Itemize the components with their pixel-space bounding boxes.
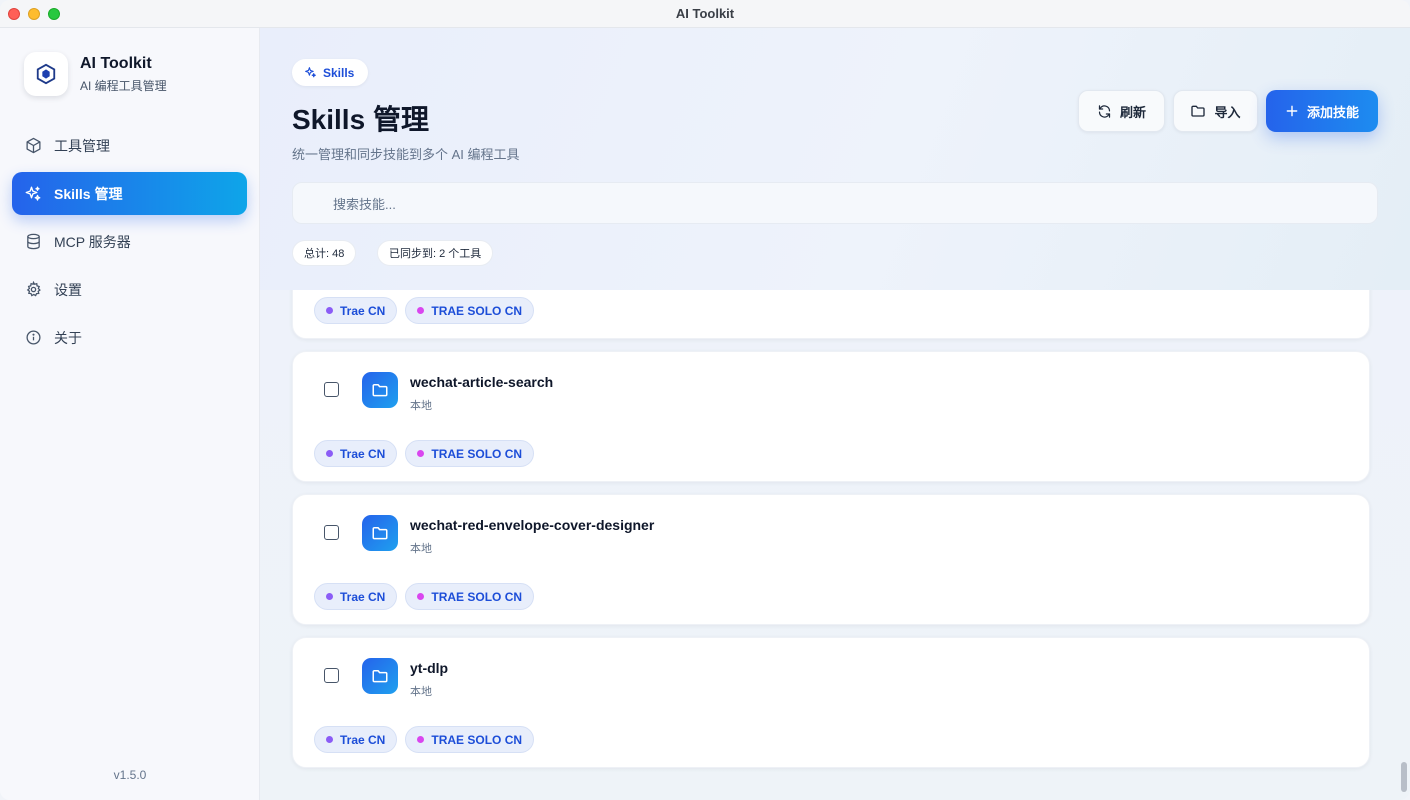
app-window: AI Toolkit AI Toolkit AI 编程工具管理 工具管理 Ski… (0, 0, 1410, 800)
status-dot (417, 307, 425, 314)
add-skill-button[interactable]: 添加技能 (1266, 90, 1378, 132)
skill-card: yt-dlp 本地 Trae CN TRAE SOLO CN (292, 637, 1370, 768)
section-pill-label: Skills (323, 65, 355, 80)
refresh-button-label: 刷新 (1119, 104, 1146, 120)
skill-name[interactable]: yt-dlp (410, 660, 448, 676)
import-button-label: 导入 (1214, 104, 1241, 120)
sidebar-nav: 工具管理 Skills 管理 MCP 服务器 设置 关于 (12, 124, 247, 364)
tag-trae-cn: Trae CN (314, 297, 398, 324)
tag-trae-solo-cn: TRAE SOLO CN (405, 583, 535, 610)
import-button[interactable]: 导入 (1173, 90, 1258, 132)
add-skill-button-label: 添加技能 (1306, 104, 1359, 120)
skill-select-checkbox[interactable] (324, 525, 339, 540)
sidebar-item-mcp[interactable]: MCP 服务器 (12, 220, 247, 263)
status-dot (326, 307, 333, 314)
status-dot (326, 593, 333, 600)
sidebar-item-tools[interactable]: 工具管理 (12, 124, 247, 167)
skill-tags: Trae CN TRAE SOLO CN (314, 297, 535, 324)
folder-icon (362, 372, 398, 408)
sidebar-item-settings[interactable]: 设置 (12, 268, 247, 311)
version-label: v1.5.0 (113, 768, 147, 782)
skill-source: 本地 (410, 400, 432, 412)
sidebar-item-skills[interactable]: Skills 管理 (12, 172, 247, 215)
tag-trae-cn: Trae CN (314, 440, 398, 467)
skill-select-checkbox[interactable] (324, 382, 339, 397)
sidebar-item-label: Skills 管理 (54, 185, 123, 202)
tag-trae-solo-cn: TRAE SOLO CN (405, 440, 535, 467)
traffic-lights (8, 8, 60, 20)
page-subtitle: 统一管理和同步技能到多个 AI 编程工具 (292, 147, 520, 162)
info-icon (24, 329, 42, 347)
sparkles-icon (24, 185, 42, 203)
folder-icon (362, 515, 398, 551)
skill-name[interactable]: wechat-red-envelope-cover-designer (410, 517, 654, 533)
skill-source: 本地 (410, 543, 432, 555)
folder-icon (1191, 105, 1206, 117)
cube-logo-icon (36, 63, 56, 85)
titlebar: AI Toolkit (0, 0, 1410, 28)
brand-name: AI Toolkit (80, 54, 152, 72)
refresh-button[interactable]: 刷新 (1078, 90, 1165, 132)
database-icon (24, 233, 42, 251)
status-dot (417, 736, 425, 743)
status-dot (417, 450, 425, 457)
sidebar-item-label: MCP 服务器 (54, 233, 131, 250)
tag-trae-solo-cn: TRAE SOLO CN (405, 297, 535, 324)
skill-tags: Trae CN TRAE SOLO CN (314, 583, 535, 610)
synced-count-badge: 已同步到: 2 个工具 (377, 240, 494, 266)
skill-select-checkbox[interactable] (324, 668, 339, 683)
skill-tags: Trae CN TRAE SOLO CN (314, 440, 535, 467)
minimize-window-button[interactable] (28, 8, 40, 20)
skill-tags: Trae CN TRAE SOLO CN (314, 726, 535, 753)
folder-icon (362, 658, 398, 694)
main-content: Trae CN TRAE SOLO CN wechat-article-sear… (260, 28, 1410, 800)
sidebar-item-label: 设置 (54, 281, 82, 298)
skill-name[interactable]: wechat-article-search (410, 374, 553, 390)
skill-card: wechat-red-envelope-cover-designer 本地 Tr… (292, 494, 1370, 625)
search-placeholder: 搜索技能... (333, 196, 396, 212)
scrollbar-thumb[interactable] (1401, 762, 1407, 792)
search-icon (309, 197, 322, 210)
brand-subtitle: AI 编程工具管理 (80, 78, 167, 93)
skill-card: wechat-article-search 本地 Trae CN TRAE SO… (292, 351, 1370, 482)
tag-trae-cn: Trae CN (314, 583, 398, 610)
gear-icon (24, 281, 42, 299)
skill-source: 本地 (410, 686, 432, 698)
sidebar-item-label: 工具管理 (54, 137, 110, 154)
page-title: Skills 管理 (292, 104, 429, 135)
box-icon (24, 137, 42, 155)
status-dot (326, 450, 333, 457)
status-dot (417, 593, 425, 600)
refresh-icon (1098, 104, 1111, 118)
section-pill: Skills (292, 59, 369, 86)
maximize-window-button[interactable] (48, 8, 60, 20)
tag-trae-solo-cn: TRAE SOLO CN (405, 726, 535, 753)
app-logo (24, 52, 68, 96)
sidebar-item-about[interactable]: 关于 (12, 316, 247, 359)
window-title: AI Toolkit (675, 6, 735, 21)
sidebar: AI Toolkit AI 编程工具管理 工具管理 Skills 管理 MCP … (0, 28, 260, 800)
status-dot (326, 736, 333, 743)
page-header: Skills Skills 管理 统一管理和同步技能到多个 AI 编程工具 刷新… (260, 28, 1410, 290)
sparkles-icon (305, 67, 316, 78)
plus-icon (1286, 105, 1298, 117)
brand: AI Toolkit AI 编程工具管理 (24, 52, 167, 96)
search-input[interactable]: 搜索技能... (292, 182, 1378, 224)
total-count-badge: 总计: 48 (292, 240, 357, 266)
sidebar-item-label: 关于 (54, 329, 82, 346)
tag-trae-cn: Trae CN (314, 726, 398, 753)
close-window-button[interactable] (8, 8, 20, 20)
